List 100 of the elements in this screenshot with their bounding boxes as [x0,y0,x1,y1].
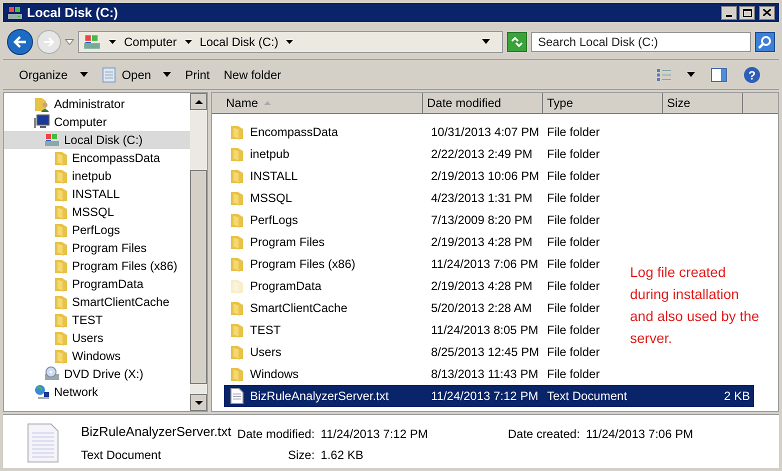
tree-item[interactable]: SmartClientCache [4,293,190,311]
breadcrumb[interactable]: Local Disk (C:) [200,32,278,50]
date-modified: 10/31/2013 4:07 PM [431,125,540,139]
file-type: File folder [547,279,600,293]
tree-item[interactable]: DVD Drive (X:) [4,365,190,383]
toolbar-button[interactable]: Print [179,64,216,86]
folder-icon [54,348,68,364]
folder-icon [54,276,68,292]
scroll-down-button[interactable] [190,394,207,411]
file-type: Text Document [81,447,162,464]
folder-icon [54,294,68,310]
file-type: File folder [547,147,600,161]
sort-arrow-icon [264,101,272,105]
annotation-text: Log file created during installation and also used by the server. [630,263,760,348]
file-type: File folder [547,257,600,271]
file-type: File folder [547,213,600,227]
caret-icon [80,72,88,77]
tree-item[interactable]: INSTALL [4,185,190,203]
caret-icon[interactable] [184,40,192,44]
file-name[interactable]: INSTALL [250,167,298,185]
dvd-drive-icon [44,366,60,382]
file-name[interactable]: SmartClientCache [250,299,348,317]
address-field[interactable]: Computer Local Disk (C:) [78,30,503,52]
date-modified: 11/24/2013 8:05 PM [431,323,538,337]
date-modified: 11/24/2013 7:06 PM [431,257,538,271]
tree-item[interactable]: PerfLogs [4,221,190,239]
minimize-icon [726,14,732,16]
text-document-icon [27,423,59,463]
back-arrow-icon [13,36,27,48]
refresh-button[interactable] [507,32,527,52]
back-button[interactable] [7,28,33,54]
file-name[interactable]: Windows [250,365,299,383]
file-name[interactable]: Program Files [250,233,325,251]
file-name[interactable]: EncompassData [250,123,338,141]
drive-icon [7,4,23,20]
column-header[interactable]: Size [663,93,743,113]
caret-icon[interactable] [286,40,294,44]
column-header[interactable]: Date modified [423,93,543,113]
tree-item[interactable]: ProgramData [4,275,190,293]
file-type: Text Document [547,389,628,403]
file-name[interactable]: Program Files (x86) [250,255,356,273]
search-button[interactable] [755,32,775,52]
drive-icon [44,132,60,148]
caret-icon [163,72,172,77]
file-type: File folder [547,235,600,249]
close-icon [763,9,771,16]
tree-item[interactable]: TEST [4,311,190,329]
file-name[interactable]: MSSQL [250,189,292,207]
date-modified: 2/22/2013 2:49 PM [431,147,532,161]
tree-item[interactable]: Local Disk (C:) [4,131,190,149]
column-header[interactable]: Name [212,93,423,113]
maximize-button[interactable] [739,6,755,20]
caret-icon[interactable] [109,40,116,44]
scrollbar-thumb[interactable] [190,170,207,384]
tree-item[interactable]: Program Files (x86) [4,257,190,275]
column-header[interactable]: Type [543,93,663,113]
breadcrumb[interactable]: Computer [124,32,177,50]
help-icon: ? [743,66,761,84]
file-name[interactable]: Users [250,343,282,361]
tree-item[interactable]: Windows [4,347,190,365]
date-modified: 2/19/2013 10:06 PM [431,169,540,183]
search-field[interactable]: Search Local Disk (C:) [531,32,751,52]
user-folder-icon [34,96,50,112]
toolbar-button[interactable]: Open [96,64,178,86]
file-name[interactable]: TEST [250,321,281,339]
scrollbar[interactable] [190,93,207,411]
file-row[interactable]: BizRuleAnalyzerServer.txt 11/24/2013 7:12 PM Text Document 2 KB [224,385,754,407]
file-name[interactable]: inetpub [250,145,290,163]
toolbar-button[interactable]: Organize [13,64,94,86]
toolbar-button[interactable]: New folder [218,64,288,86]
help-button[interactable]: ? [735,64,769,86]
field-value: 11/24/2013 7:12 PM [320,426,428,443]
tree-item[interactable]: Computer [4,113,190,131]
refresh-arrows-icon [510,36,524,48]
caret-icon[interactable] [482,39,490,44]
computer-icon [34,114,50,130]
scroll-up-button[interactable] [190,93,207,110]
search-icon [758,34,772,48]
date-modified: 8/13/2013 11:43 PM [431,367,538,381]
network-icon [34,384,50,400]
tree-item[interactable]: inetpub [4,167,190,185]
minimize-button[interactable] [721,6,737,20]
tree-item[interactable]: Users [4,329,190,347]
field-label: Size: [286,447,315,464]
tree-item[interactable]: Network [4,383,190,401]
file-name[interactable]: PerfLogs [250,211,298,229]
tree-item[interactable]: MSSQL [4,203,190,221]
field-value: 1.62 KB [320,447,364,464]
tree-item[interactable]: Administrator [4,95,190,113]
down-arrow-icon [194,400,202,404]
close-button[interactable] [759,6,775,20]
file-name[interactable]: BizRuleAnalyzerServer.txt [250,387,389,405]
file-type: File folder [547,301,600,315]
file-name[interactable]: ProgramData [250,277,322,295]
file-name: BizRuleAnalyzerServer.txt [81,425,232,441]
tree-item[interactable]: EncompassData [4,149,190,167]
date-modified: 2/19/2013 4:28 PM [431,279,532,293]
tree-item[interactable]: Program Files [4,239,190,257]
field-label: Date modified: [237,426,315,443]
forward-arrow-icon [43,36,55,46]
